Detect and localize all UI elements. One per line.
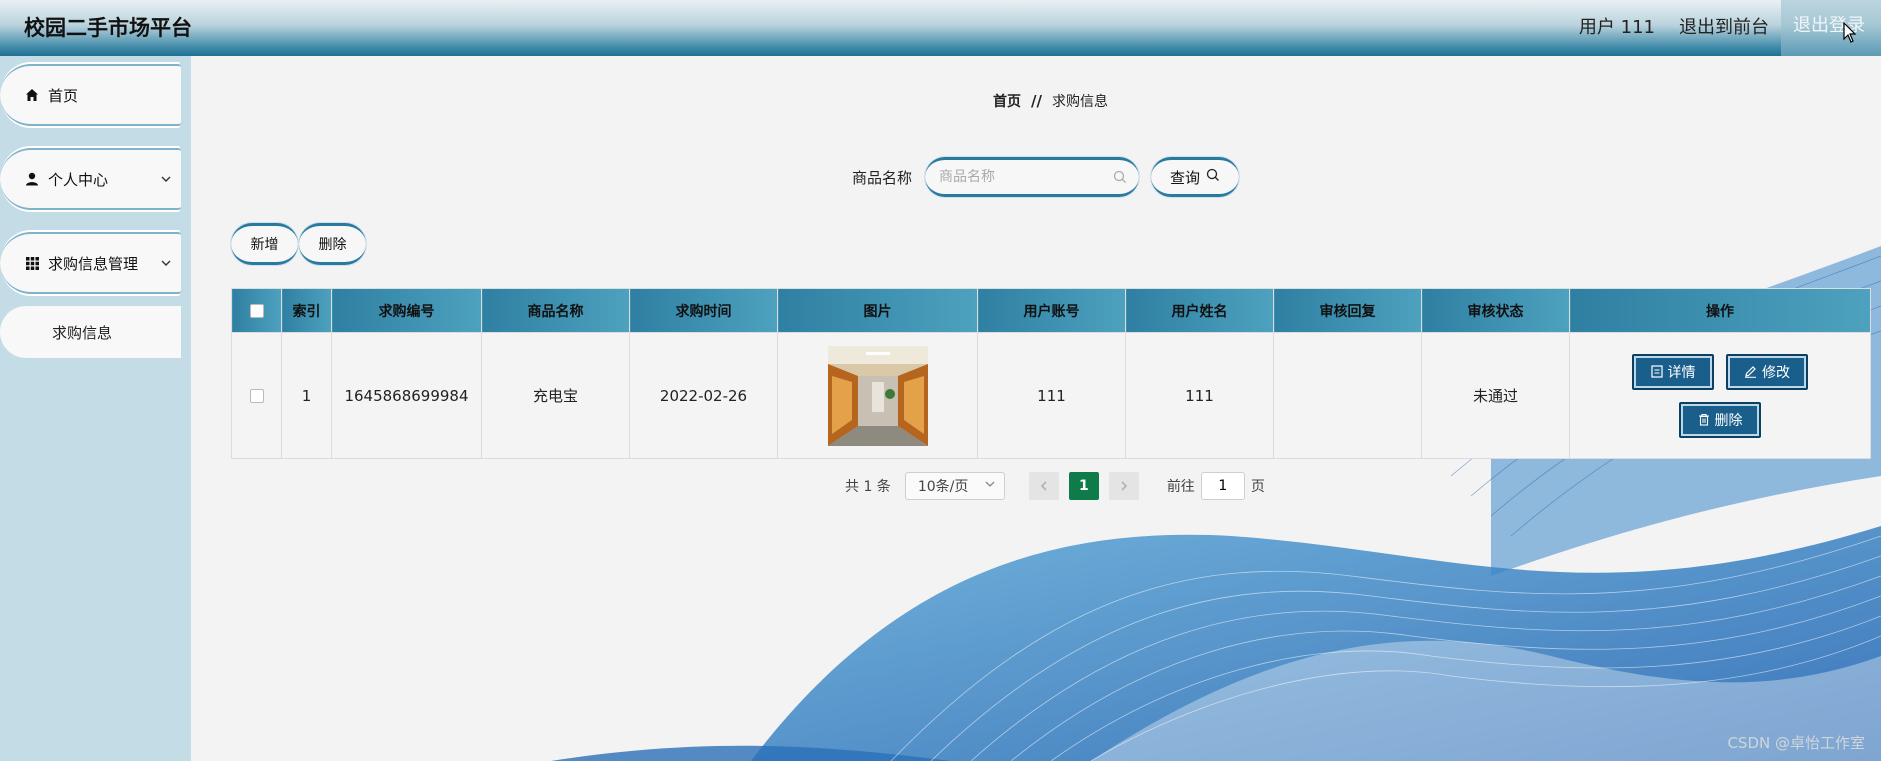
search-field-label: 商品名称 [852,169,913,187]
edit-button[interactable]: 修改 [1726,353,1808,390]
search-input-container [925,157,1139,197]
back-to-frontend-link[interactable]: 退出到前台 [1667,0,1781,56]
chevron-down-icon [161,172,171,187]
query-button-label: 查询 [1169,168,1200,187]
column-header: 操作 [1569,288,1871,333]
cell-index: 1 [281,332,332,459]
batch-delete-button[interactable]: 删除 [299,223,366,265]
chevron-down-icon [985,477,995,491]
table-header-row: 索引 求购编号 商品名称 求购时间 图片 用户账号 用户姓名 审核回复 审核状态… [231,288,1871,333]
detail-button-label: 详情 [1667,364,1696,381]
goto-label: 前往 [1166,479,1195,495]
cell-account: 111 [977,332,1126,459]
page-size-select[interactable]: 10条/页 [904,472,1005,500]
table-row: 1 1645868699984 充电宝 2022-02-26 111 111 未… [231,332,1871,459]
sidebar-subitem-purchase-info[interactable]: 求购信息 [0,306,181,358]
page-suffix-label: 页 [1250,479,1265,495]
breadcrumb-current: 求购信息 [1051,94,1108,110]
cell-status: 未通过 [1421,332,1570,459]
cell-product: 充电宝 [481,332,630,459]
cell-reply [1273,332,1422,459]
chevron-right-icon [1121,481,1127,491]
breadcrumb-home[interactable]: 首页 [993,91,1021,111]
sidebar-item-label: 个人中心 [48,170,109,189]
goto-page-input[interactable] [1200,472,1245,500]
column-header: 用户账号 [977,288,1126,333]
app-title: 校园二手市场平台 [24,16,192,40]
mouse-cursor-icon [1843,22,1857,43]
chevron-down-icon [161,256,171,271]
grid-icon [24,255,40,271]
pagination-total: 共 1 条 [845,479,891,495]
row-checkbox[interactable] [249,389,264,403]
product-thumbnail[interactable] [827,345,928,446]
column-header: 商品名称 [481,288,630,333]
sidebar-item-label: 求购信息管理 [48,254,139,273]
delete-button[interactable]: 删除 [1679,401,1761,438]
trash-icon [1698,413,1709,426]
page-number-button[interactable]: 1 [1068,472,1099,500]
search-icon [1206,168,1220,186]
page-size-value: 10条/页 [917,479,969,495]
add-button[interactable]: 新增 [231,223,298,265]
top-bar: 校园二手市场平台 用户 111 退出到前台 退出登录 [0,0,1881,56]
select-all-checkbox[interactable] [249,303,264,318]
select-all-cell [231,288,282,333]
column-header: 求购时间 [629,288,778,333]
cell-image [777,332,978,459]
sidebar-item-label: 首页 [48,86,79,105]
cell-name: 111 [1125,332,1274,459]
delete-button-label: 删除 [1714,412,1743,429]
sidebar-item-purchase-management[interactable]: 求购信息管理 [0,232,181,294]
breadcrumb: 首页 // 求购信息 [993,91,1108,111]
sidebar-item-home[interactable]: 首页 [0,64,181,126]
product-name-search-input[interactable] [939,169,1109,185]
chevron-left-icon [1040,481,1047,491]
column-header: 图片 [777,288,978,333]
pagination: 共 1 条 10条/页 1 前往 页 [845,472,1265,500]
header-actions: 用户 111 退出到前台 退出登录 [1567,0,1881,56]
user-icon [24,171,40,187]
column-header: 求购编号 [331,288,482,333]
watermark: CSDN @卓怡工作室 [1727,734,1865,752]
sidebar: 首页 个人中心 求购信息管理 求购信息 [0,56,191,761]
next-page-button[interactable] [1108,472,1139,500]
edit-icon [1745,366,1756,378]
purchase-info-table: 索引 求购编号 商品名称 求购时间 图片 用户账号 用户姓名 审核回复 审核状态… [231,288,1871,459]
home-icon [24,87,40,103]
column-header: 审核状态 [1421,288,1570,333]
edit-button-label: 修改 [1762,364,1790,381]
column-header: 索引 [281,288,332,333]
search-icon [1113,169,1127,188]
row-select-cell [231,332,282,459]
cell-operations: 详情 修改 删除 [1569,332,1871,459]
detail-button[interactable]: 详情 [1632,353,1714,390]
document-icon [1650,365,1663,378]
breadcrumb-separator: // [1031,92,1042,110]
column-header: 用户姓名 [1125,288,1274,333]
logout-link[interactable]: 退出登录 [1781,0,1881,56]
query-button[interactable]: 查询 [1151,157,1239,197]
cell-time: 2022-02-26 [629,332,778,459]
column-header: 审核回复 [1273,288,1422,333]
prev-page-button[interactable] [1028,472,1059,500]
sidebar-item-personal-center[interactable]: 个人中心 [0,148,181,210]
current-user-label: 用户 111 [1578,17,1655,38]
cell-order-no: 1645868699984 [331,332,482,459]
